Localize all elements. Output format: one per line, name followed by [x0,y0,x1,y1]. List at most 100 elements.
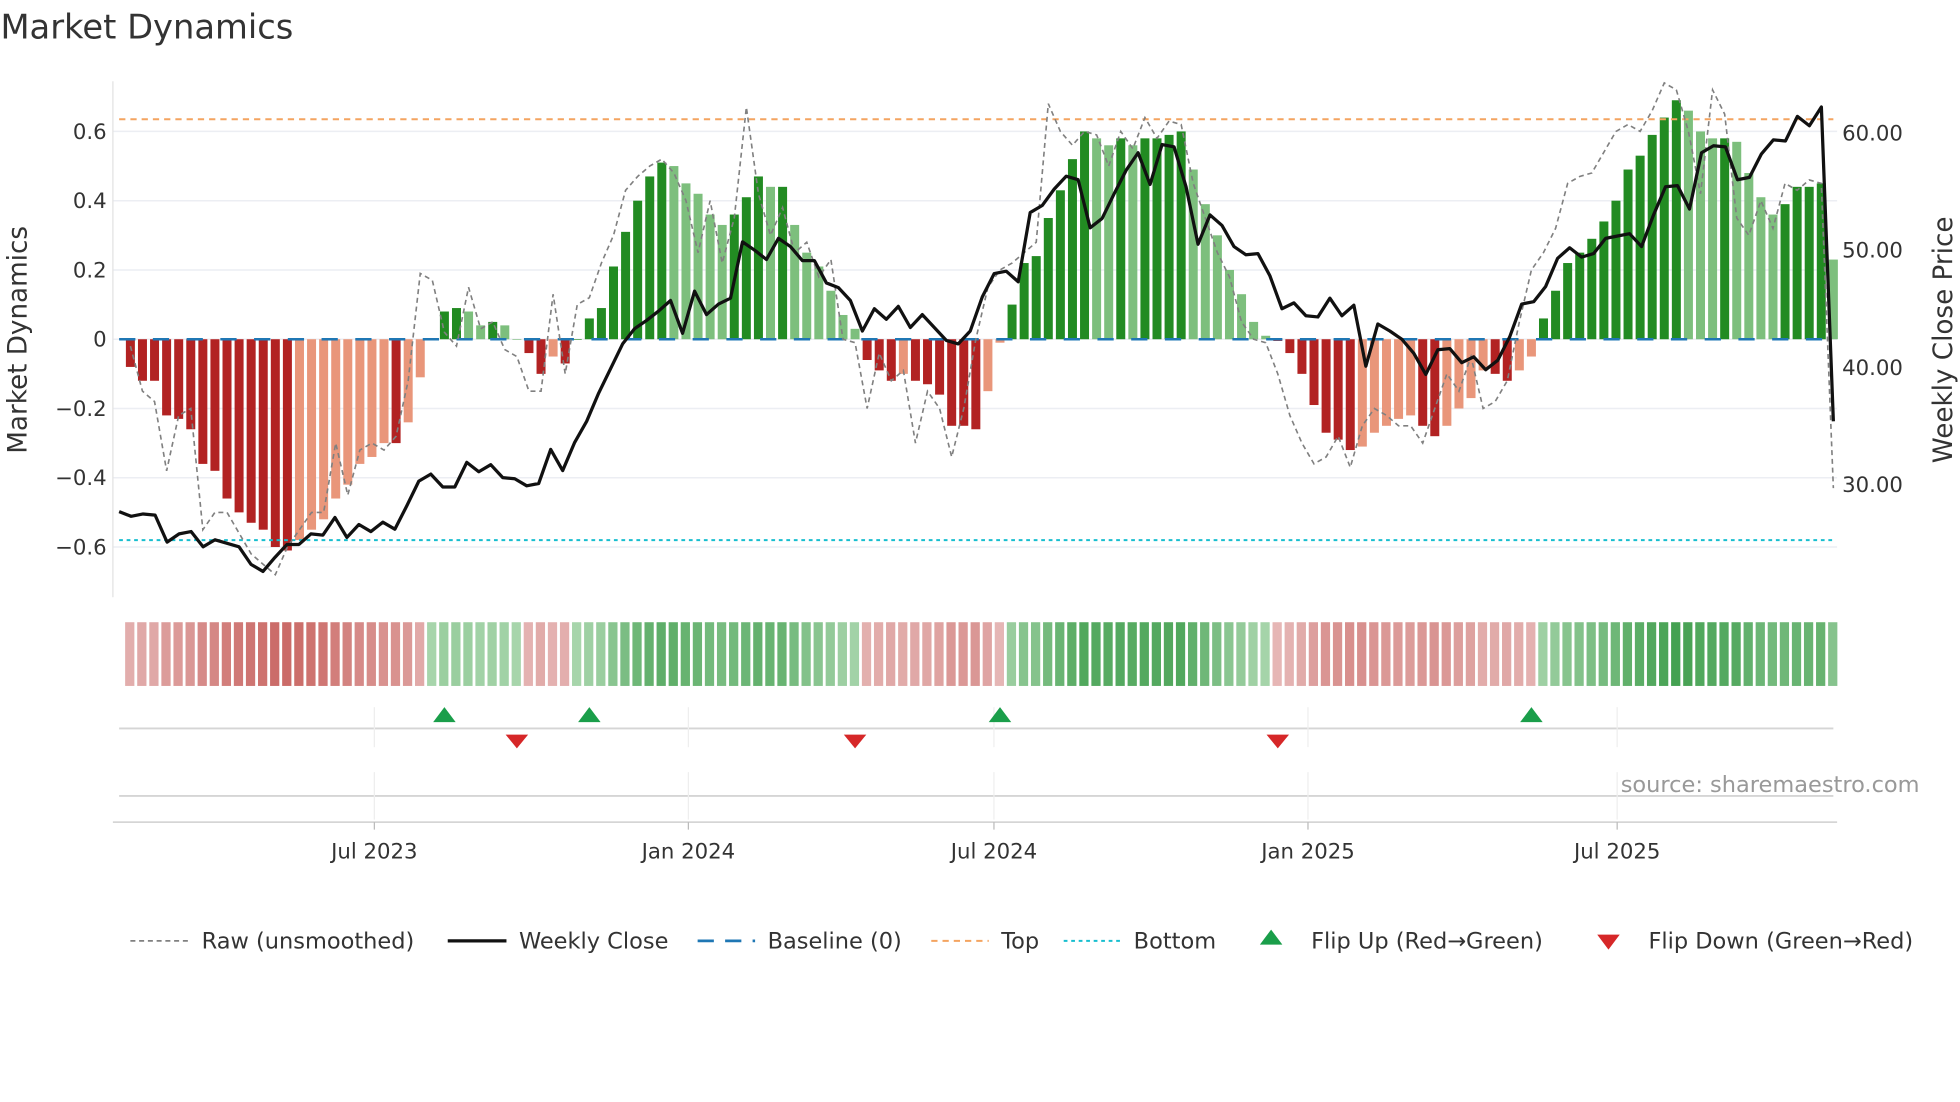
heat-strip-cell [1405,622,1415,686]
heat-strip-cell [1574,622,1584,686]
momentum-bar [1708,138,1718,340]
heat-strip-cell [511,622,521,686]
market-dynamics-chart: Market Dynamics 0.6 0.4 0.2 0 −0.2 −0.4 −0.6 6… [0,8,1959,955]
y-tick-label: −0.4 [55,466,107,491]
heat-strip-cell [656,622,666,686]
heat-strip-cell [886,622,896,686]
heat-strip-cell [390,622,401,686]
heat-strip-cell [354,622,364,686]
momentum-bar [548,339,558,357]
heat-strip-cell [1308,622,1319,686]
momentum-bar [1659,117,1669,340]
heat-strip-cell [475,622,485,686]
legend-label-close: Weekly Close [519,928,668,954]
legend-label-top: Top [1000,928,1039,954]
momentum-bar [1321,339,1331,433]
flip-up-marker [988,707,1012,723]
heat-strip-cell [1453,622,1463,686]
y2-tick-label: 50.00 [1842,239,1903,264]
heat-strip-cell [753,622,763,686]
heat-strip-cell [1018,622,1029,686]
heat-strip-cell [620,622,630,686]
momentum-bar [294,339,304,541]
heat-strip-cell [596,622,606,686]
momentum-bar [512,339,522,340]
legend: Raw (unsmoothed) Weekly Close Baseline (0)… [130,928,1913,954]
momentum-bar [1792,186,1802,340]
heat-strip-cell [366,622,376,686]
chart-title: Market Dynamics [0,8,293,47]
heat-strip-cell [499,622,509,686]
momentum-bar [258,339,268,530]
momentum-bar [1418,339,1428,426]
momentum-bar [838,314,848,340]
legend-label-raw: Raw (unsmoothed) [202,928,415,954]
heat-strip-cell [1550,622,1560,686]
heat-strip-cell [1743,622,1753,686]
momentum-bar [137,339,147,381]
momentum-bar [125,339,135,367]
legend-label-flip_up: Flip Up (Red→Green) [1311,928,1543,954]
momentum-bar [198,339,208,464]
heat-strip-cell [330,622,340,686]
momentum-bar [343,339,353,485]
heat-strip-cell [1103,622,1113,686]
momentum-bar [1514,339,1524,371]
heat-strip-cell [1260,622,1270,686]
momentum-bar [1333,339,1343,440]
y-tick-label: −0.2 [55,397,107,422]
heat-strip-cell [813,622,823,686]
momentum-bar [282,339,292,551]
heat-strip-cell [1489,622,1500,686]
heat-strip-cell [644,622,654,686]
y-tick-label: 0.2 [73,258,107,283]
heat-strip-cell [1163,622,1174,686]
heat-strip-cell [716,622,727,686]
heat-strip-cell [1381,622,1391,686]
momentum-bar [850,328,860,340]
momentum-bar [1092,138,1102,340]
momentum-bar [222,339,232,499]
heat-strip-cell [197,622,207,686]
heat-strip-cell [994,622,1004,686]
flip-up-marker [578,707,601,723]
momentum-bar [1297,339,1307,374]
flip-down-marker [843,734,867,749]
heat-strip-cell [958,622,968,686]
momentum-bar [1538,318,1548,340]
heat-strip-cell [680,622,690,686]
heat-strip-cell [934,622,944,686]
heat-strip-cell [1465,622,1476,686]
momentum-bar [862,339,872,361]
momentum-bar [210,339,220,471]
heat-strip-cell [282,622,292,686]
legend-label-flip_down: Flip Down (Green→Red) [1648,928,1913,954]
momentum-bar [717,224,727,340]
x-tick-label: Jan 2025 [1259,839,1355,864]
heat-strip-cell [535,622,546,686]
momentum-bar [753,176,763,340]
momentum-bar [1671,100,1681,340]
legend-label-baseline: Baseline (0) [768,928,902,954]
heat-strip-cell [1755,622,1765,686]
momentum-bar [1345,339,1355,451]
heat-strip-cell [1417,622,1427,686]
heat-strip-cell [777,622,787,686]
right-axis-ticks: 60.00 50.00 40.00 30.00 [1842,121,1903,498]
heat-strip-cell [1526,622,1536,686]
momentum-bar [1285,339,1295,354]
heat-strip-cell [1731,622,1741,686]
heat-strip-cell [1429,622,1439,686]
heat-strip-cell [487,622,497,686]
momentum-bar [1454,339,1464,409]
heat-strip-cell [1634,622,1645,686]
x-tick-label: Jul 2023 [329,839,417,864]
momentum-bar [633,200,643,340]
heat-strip-cell [257,622,268,686]
heat-strip-cell [209,622,219,686]
y-tick-label: 0 [93,328,107,353]
heat-strip-cell [415,622,425,686]
heat-strip-cell [342,622,352,686]
heat-strip-cell [1357,622,1367,686]
heat-strip-cell [801,622,811,686]
